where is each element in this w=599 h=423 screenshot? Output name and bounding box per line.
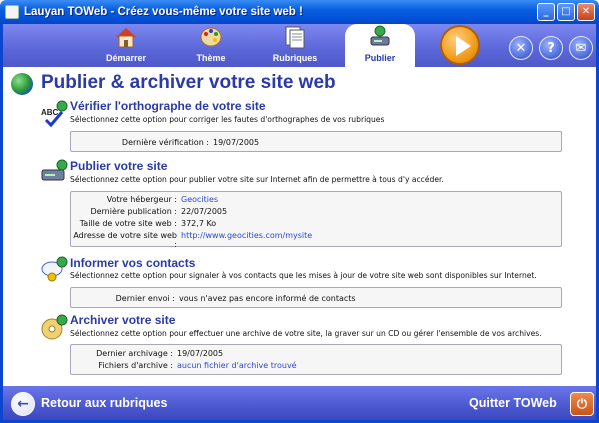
info-value: vous n'avez pas encore informé de contac… (179, 294, 356, 303)
back-label[interactable]: Retour aux rubriques (41, 396, 167, 410)
help-button[interactable]: ? (539, 36, 563, 60)
svg-text:ABC: ABC (41, 108, 59, 117)
main-content: Publier & archiver votre site web ABC Vé… (0, 67, 599, 386)
spellcheck-desc: Sélectionnez cette option pour corriger … (70, 115, 385, 124)
info-label: Adresse de votre site web : (73, 231, 177, 249)
contacts-icon (41, 256, 68, 282)
quit-label[interactable]: Quitter TOWeb (469, 396, 557, 410)
quit-button[interactable]: ⏻ (570, 392, 594, 416)
info-label: Dernière vérification : (121, 138, 209, 147)
minimize-button[interactable]: _ (537, 3, 555, 21)
close-button[interactable]: ✕ (577, 3, 595, 21)
info-label: Dernier envoi : (115, 294, 175, 303)
info-value: 19/07/2005 (177, 349, 224, 358)
mail-icon: ✉ (575, 40, 587, 56)
archive-cd-icon (41, 314, 68, 340)
palette-icon (200, 27, 222, 47)
help-icon: ? (547, 40, 555, 56)
archive-desc: Sélectionnez cette option pour effectuer… (70, 329, 542, 338)
contacts-title[interactable]: Informer vos contacts (70, 256, 195, 270)
archive-title[interactable]: Archiver votre site (70, 313, 175, 327)
archive-files-link[interactable]: aucun fichier d'archive trouvé (177, 361, 297, 370)
window-controls: _ □ ✕ (537, 3, 595, 21)
info-value: 372,7 Ko (181, 219, 217, 228)
mail-button[interactable]: ✉ (569, 36, 593, 60)
publish-title[interactable]: Publier votre site (70, 159, 167, 173)
app-icon (5, 5, 19, 19)
play-button[interactable] (440, 25, 480, 65)
publish-info-box: Votre hébergeur : Geocities Dernière pub… (70, 191, 562, 249)
window-title: Lauyan TOWeb - Créez vous-même votre sit… (24, 6, 303, 18)
globe-icon (11, 73, 33, 95)
publish-desc: Sélectionnez cette option pour publier v… (70, 175, 444, 184)
info-label: Dernier archivage : (96, 349, 173, 358)
arrow-left-icon: ← (17, 396, 29, 412)
pages-icon (285, 26, 305, 49)
tab-theme[interactable]: Thème (176, 24, 246, 67)
tab-label: Publier (364, 53, 396, 63)
archive-info-box: Dernier archivage : 19/07/2005 Fichiers … (70, 344, 562, 375)
tab-label: Thème (196, 53, 226, 63)
hosting-link[interactable]: Geocities (181, 195, 218, 204)
contacts-desc: Sélectionnez cette option pour signaler … (70, 271, 537, 280)
info-label: Dernière publication : (90, 207, 177, 216)
publish-drive-icon (41, 159, 68, 181)
info-label: Fichiers d'archive : (98, 361, 173, 370)
info-label: Taille de votre site web : (79, 219, 177, 228)
tab-label: Rubriques (272, 53, 318, 63)
page-title: Publier & archiver votre site web (41, 72, 336, 93)
title-bar[interactable]: Lauyan TOWeb - Créez vous-même votre sit… (0, 0, 599, 24)
tab-demarrer[interactable]: Démarrer (91, 24, 161, 67)
contacts-info-box: Dernier envoi : vous n'avez pas encore i… (70, 287, 562, 308)
main-toolbar: Démarrer Thème Rubriques Publier ✕ ? ✉ (0, 24, 599, 67)
spellcheck-title[interactable]: Vérifier l'orthographe de votre site (70, 99, 266, 113)
bottom-bar: ← Retour aux rubriques Quitter TOWeb ⏻ (0, 386, 599, 423)
house-icon (116, 28, 136, 48)
spellcheck-icon: ABC (41, 100, 68, 128)
info-value: 22/07/2005 (181, 207, 228, 216)
tab-publier[interactable]: Publier (345, 24, 415, 67)
tab-rubriques[interactable]: Rubriques (260, 24, 330, 67)
info-label: Votre hébergeur : (106, 195, 177, 204)
power-icon: ⏻ (576, 396, 588, 412)
back-button[interactable]: ← (11, 392, 35, 416)
maximize-button[interactable]: □ (557, 3, 575, 21)
tools-button[interactable]: ✕ (509, 36, 533, 60)
tab-label: Démarrer (105, 53, 147, 63)
spellcheck-info-box: Dernière vérification : 19/07/2005 (70, 131, 562, 152)
site-url-link[interactable]: http://www.geocities.com/mysite (181, 231, 312, 240)
tools-icon: ✕ (515, 40, 527, 56)
info-value: 19/07/2005 (213, 138, 260, 147)
upload-drive-icon (370, 25, 390, 46)
